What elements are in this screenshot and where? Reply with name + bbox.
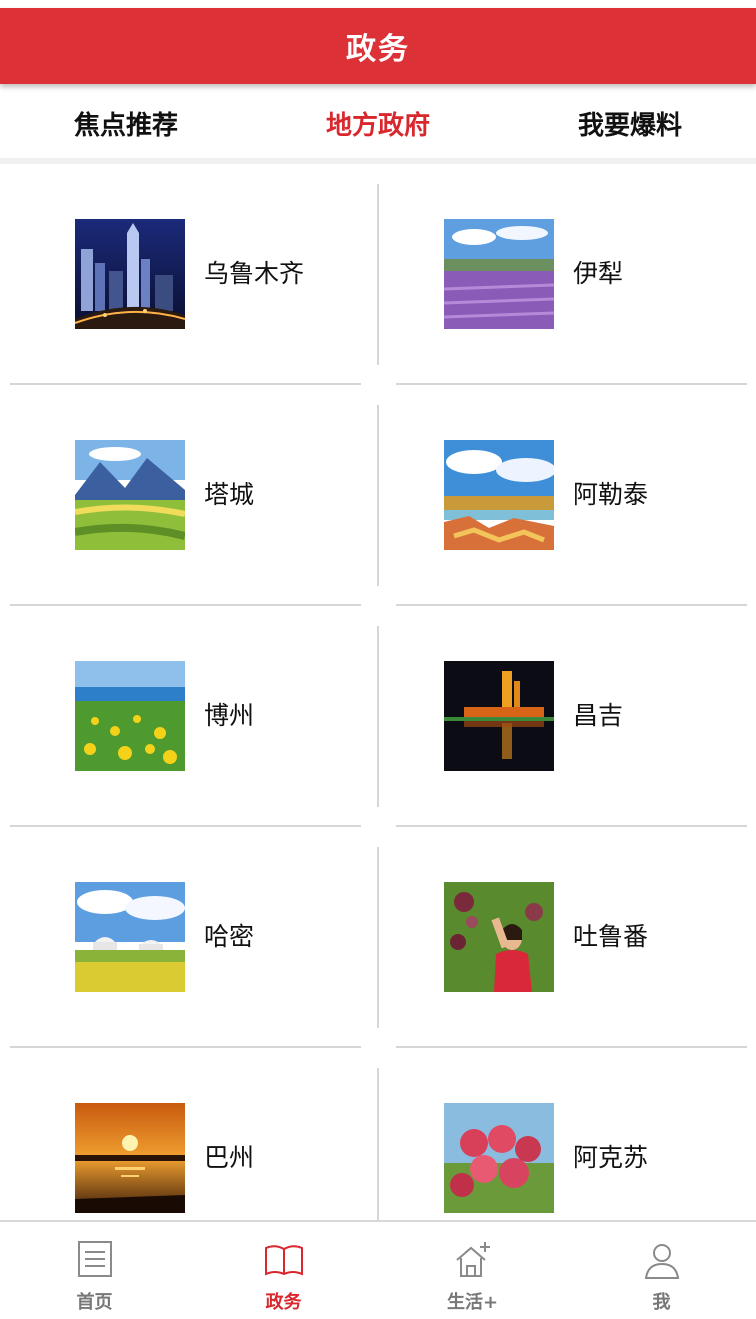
nav-me[interactable]: 我: [567, 1222, 756, 1319]
region-card-yili[interactable]: 伊犁: [378, 164, 756, 385]
colorful-lake-landscape-image: [444, 440, 554, 550]
nav-label: 首页: [76, 1292, 113, 1313]
app-header: 政务: [0, 8, 756, 84]
tab-report[interactable]: 我要爆料: [504, 84, 756, 162]
region-card-bozhou[interactable]: 博州: [0, 606, 378, 827]
grid-row: 哈密 吐鲁番: [0, 827, 756, 1048]
region-card-turpan[interactable]: 吐鲁番: [378, 827, 756, 1048]
nav-government[interactable]: 政务: [189, 1222, 378, 1319]
region-card-aksu[interactable]: 阿克苏: [378, 1048, 756, 1220]
house-plus-icon: [455, 1242, 490, 1277]
green-hills-mountains-image: [75, 440, 185, 550]
nav-home[interactable]: 首页: [0, 1222, 189, 1319]
nav-label: 政务: [265, 1292, 302, 1313]
grid-row: 乌鲁木齐 伊犁: [0, 164, 756, 385]
yellow-flower-meadow-lake-image: [75, 661, 185, 771]
nav-label: 我: [652, 1292, 671, 1313]
tab-focus[interactable]: 焦点推荐: [0, 84, 252, 162]
region-card-tacheng[interactable]: 塔城: [0, 385, 378, 606]
lit-building-reflection-image: [444, 661, 554, 771]
tab-label: 地方政府: [325, 110, 430, 141]
woman-picking-grapes-image: [444, 882, 554, 992]
grid-row: 巴州 阿克苏: [0, 1048, 756, 1220]
person-icon: [644, 1244, 679, 1279]
grid-row: 博州 昌吉: [0, 606, 756, 827]
region-card-bazhou[interactable]: 巴州: [0, 1048, 378, 1220]
region-label: 博州: [204, 701, 255, 730]
region-grid: 乌鲁木齐 伊犁 塔城 阿勒泰 博州 昌吉 哈密 吐鲁番 巴州 阿克苏: [0, 164, 756, 1220]
region-label: 伊犁: [573, 259, 624, 288]
tab-label: 焦点推荐: [73, 110, 178, 141]
region-label: 昌吉: [573, 701, 624, 730]
region-label: 阿勒泰: [573, 480, 649, 509]
region-label: 阿克苏: [573, 1143, 649, 1172]
nav-life-plus[interactable]: 生活+: [378, 1222, 567, 1319]
nav-label: 生活+: [446, 1292, 499, 1313]
sunset-over-water-image: [75, 1103, 185, 1213]
region-label: 塔城: [204, 480, 255, 509]
region-card-changji[interactable]: 昌吉: [378, 606, 756, 827]
red-apples-tree-image: [444, 1103, 554, 1213]
open-book-icon: [264, 1245, 303, 1276]
page-title: 政务: [346, 32, 410, 67]
city-night-skyline-image: [75, 219, 185, 329]
lavender-field-image: [444, 219, 554, 329]
region-card-urumqi[interactable]: 乌鲁木齐: [0, 164, 378, 385]
document-icon: [77, 1241, 112, 1277]
tab-bar: 焦点推荐 地方政府 我要爆料: [0, 84, 756, 162]
region-label: 吐鲁番: [573, 922, 649, 951]
bottom-nav: 首页 政务 生活+ 我: [0, 1220, 756, 1319]
region-label: 巴州: [204, 1143, 255, 1172]
region-label: 哈密: [204, 922, 255, 951]
yurts-flower-field-image: [75, 882, 185, 992]
region-label: 乌鲁木齐: [204, 259, 305, 288]
tab-label: 我要爆料: [577, 110, 682, 141]
grid-row: 塔城 阿勒泰: [0, 385, 756, 606]
region-card-altay[interactable]: 阿勒泰: [378, 385, 756, 606]
region-card-hami[interactable]: 哈密: [0, 827, 378, 1048]
tab-local-government[interactable]: 地方政府: [252, 84, 504, 162]
